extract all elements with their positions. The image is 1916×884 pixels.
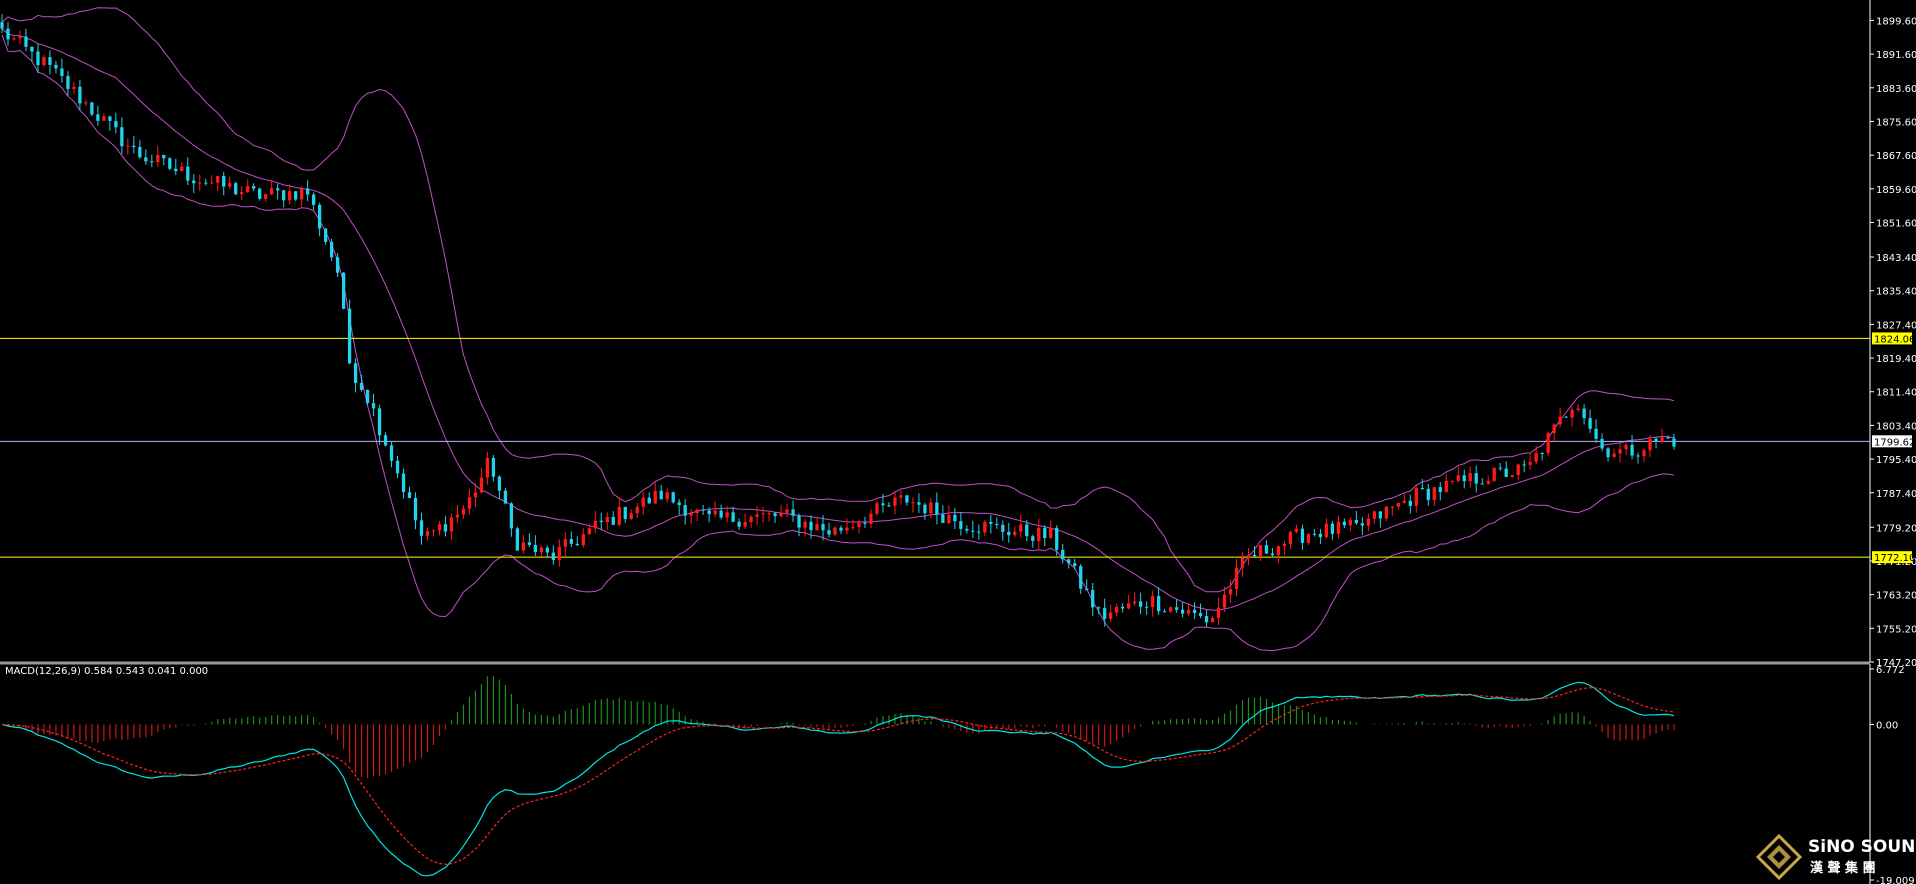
chart-background xyxy=(0,0,1916,884)
candle xyxy=(341,271,346,310)
candle xyxy=(234,181,238,196)
price-tick-label: 1899.60 xyxy=(1876,16,1916,27)
price-tick-label: 1875.60 xyxy=(1876,117,1916,128)
price-tick-label: 1819.40 xyxy=(1876,354,1916,365)
price-tick-label: 1827.40 xyxy=(1876,320,1916,331)
candle xyxy=(347,299,352,365)
macd-tick-label: 6.772 xyxy=(1876,665,1905,676)
price-tick-label: 1843.40 xyxy=(1876,253,1916,264)
price-tick-label: 1803.40 xyxy=(1876,421,1916,432)
candle xyxy=(365,389,370,406)
candle xyxy=(671,491,675,504)
price-tick-label: 1851.60 xyxy=(1876,218,1916,229)
macd-header: MACD(12,26,9) 0.584 0.543 0.041 0.000 xyxy=(5,666,208,677)
price-tick-label: 1883.60 xyxy=(1876,84,1916,95)
price-tick-label: 1859.60 xyxy=(1876,185,1916,196)
price-tick-label: 1867.60 xyxy=(1876,151,1916,162)
price-tick-label: 1763.20 xyxy=(1876,591,1916,602)
candle xyxy=(515,526,520,551)
candle xyxy=(294,191,298,201)
candle xyxy=(1546,431,1550,457)
price-tick-label: 1811.40 xyxy=(1876,388,1916,399)
price-tick-label: 1891.60 xyxy=(1876,50,1916,61)
level-label: 1824.06 xyxy=(1874,334,1915,345)
price-tick-label: 1795.40 xyxy=(1876,455,1916,466)
candle xyxy=(258,187,262,201)
logo-brand-cn: 漢 聲 集 團 xyxy=(1810,860,1876,876)
level-label: 1772.10 xyxy=(1874,553,1915,564)
price-tick-label: 1787.40 xyxy=(1876,489,1916,500)
price-tick-label: 1835.40 xyxy=(1876,287,1916,298)
price-tick-label: 1779.20 xyxy=(1876,523,1916,534)
candle xyxy=(168,157,172,171)
chart-root: 1899.60 1891.60 1883.60 1875.60 1867.60 1859.… xyxy=(0,0,1916,884)
macd-tick-label: 0.00 xyxy=(1876,720,1898,731)
price-tick-label: 1755.20 xyxy=(1876,624,1916,635)
logo-brand: SiNO SOUND xyxy=(1808,837,1916,857)
candle xyxy=(1492,467,1496,482)
macd-tick-label: -19.009 xyxy=(1876,876,1915,884)
candle xyxy=(90,101,94,117)
level-label: 1799.62 xyxy=(1874,437,1915,448)
